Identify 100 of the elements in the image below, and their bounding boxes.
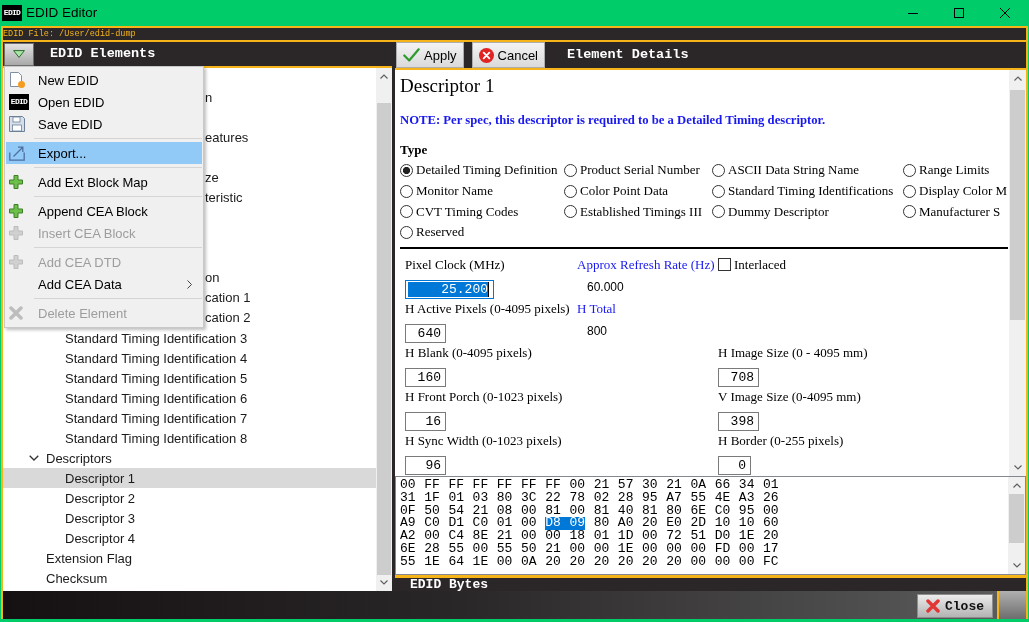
menu-item[interactable]: Append CEA Block	[6, 200, 202, 222]
radio-icon[interactable]	[903, 163, 916, 177]
field-label: H Border (0-255 pixels)	[718, 432, 844, 449]
tree-item[interactable]: teristic	[204, 188, 376, 208]
radio-icon[interactable]	[712, 163, 725, 177]
radio-option[interactable]: Color Point Data	[564, 180, 712, 202]
tree-item[interactable]: cation 1	[204, 288, 376, 308]
input-field[interactable]: 25.200	[405, 279, 494, 299]
radio-option[interactable]: Display Color M	[903, 180, 1009, 202]
scroll-thumb[interactable]	[1010, 90, 1025, 320]
tree-item[interactable]: on	[204, 268, 376, 288]
close-icon	[1000, 8, 1010, 18]
hex-bytes: 55 1E 64 1E 00 0A 20 20 20 20 20 20 00 00 00 FC	[400, 555, 779, 569]
tree-item[interactable]: Descriptor 2	[3, 488, 376, 508]
hex-bytes-field[interactable]	[395, 476, 1026, 575]
apply-button[interactable]: Apply	[396, 42, 464, 68]
radio-option[interactable]: Range Limits	[903, 160, 1009, 181]
scrollbar[interactable]	[1008, 477, 1025, 574]
tree-item[interactable]: n	[204, 88, 376, 108]
caret-icon	[13, 50, 25, 58]
tree-item[interactable]: Standard Timing Identification 5	[3, 368, 376, 388]
close-icon	[926, 599, 940, 613]
tree-item[interactable]: Descriptor 4	[3, 528, 376, 548]
radio-option[interactable]: Dummy Descriptor	[712, 201, 903, 223]
radio-option[interactable]: CVT Timing Codes	[400, 201, 564, 223]
radio-icon[interactable]	[400, 184, 413, 198]
checkbox[interactable]: Interlaced	[718, 256, 786, 273]
scroll-down-icon[interactable]	[1013, 465, 1022, 470]
tree-item[interactable]: Descriptor 3	[3, 508, 376, 528]
panel-title: EDID Bytes	[410, 578, 488, 591]
tree-item[interactable]: Descriptors	[3, 448, 376, 468]
radio-option[interactable]: Standard Timing Identifications	[712, 180, 903, 202]
scrollbar[interactable]	[376, 68, 392, 591]
scroll-up-icon[interactable]	[380, 74, 388, 79]
input-field[interactable]: 160	[405, 367, 446, 387]
tree-item[interactable]: Standard Timing Identification 6	[3, 388, 376, 408]
scroll-up-icon[interactable]	[1012, 483, 1021, 488]
input-field[interactable]: 708	[718, 367, 759, 387]
readout-value: 800	[586, 322, 608, 340]
radio-icon[interactable]	[564, 184, 577, 198]
radio-option[interactable]: Monitor Name	[400, 180, 564, 202]
radio-icon[interactable]	[903, 184, 916, 198]
scroll-down-icon[interactable]	[380, 580, 388, 585]
panel-title: Element Details	[567, 47, 689, 63]
tree-item[interactable]: Standard Timing Identification 8	[3, 428, 376, 448]
radio-option[interactable]: Manufacturer S	[903, 201, 1009, 223]
checkbox-icon[interactable]	[718, 258, 731, 272]
radio-option[interactable]: Detailed Timing Definition	[400, 160, 564, 181]
tree-item[interactable]: Standard Timing Identification 4	[3, 348, 376, 368]
tree-item[interactable]: Descriptor 1	[3, 468, 376, 488]
x-circle-icon	[478, 47, 494, 63]
hex-bytes: 31 1F 01 03 80 3C 22 78 02 28 95 A7 55 4E A3 26	[400, 491, 779, 505]
input-field[interactable]: 16	[405, 411, 446, 431]
menu-item[interactable]: Save EDID	[6, 113, 202, 135]
tree-item[interactable]: Extension Flag	[3, 548, 376, 568]
scroll-thumb[interactable]	[377, 103, 391, 575]
cancel-button[interactable]: Cancel	[471, 42, 545, 68]
menu-item[interactable]: Add CEA Data	[6, 273, 202, 295]
radio-option[interactable]: ASCII Data String Name	[712, 160, 903, 181]
minimize-icon	[908, 12, 918, 14]
radio-option[interactable]: Established Timings III	[564, 201, 712, 223]
export-icon	[9, 145, 25, 161]
scroll-up-icon[interactable]	[1013, 76, 1022, 81]
menu-item[interactable]: New EDID	[6, 69, 202, 91]
radio-icon[interactable]	[400, 205, 413, 219]
hex-bytes: D8 09	[545, 517, 586, 531]
radio-icon[interactable]	[564, 205, 577, 219]
tree-item[interactable]: Checksum	[3, 568, 376, 588]
tree-item[interactable]: ze	[204, 168, 376, 188]
menu-item[interactable]: Add Ext Block Map	[6, 171, 202, 193]
tree-item[interactable]: Standard Timing Identification 3	[3, 328, 376, 348]
dropdown-button[interactable]	[4, 42, 34, 66]
close-button[interactable]: Close	[917, 594, 993, 618]
tree-item[interactable]: Standard Timing Identification 7	[3, 408, 376, 428]
radio-icon[interactable]	[400, 225, 413, 239]
tree-item[interactable]: cation 2	[204, 308, 376, 328]
scrollbar[interactable]	[1009, 70, 1026, 476]
radio-option[interactable]: Product Serial Number	[564, 160, 712, 181]
hex-bytes: 0F 50 54 21 08 00 81 00 81 40 81 80 6E C0 95 00	[400, 504, 779, 518]
radio-icon[interactable]	[564, 163, 577, 177]
radio-icon[interactable]	[712, 205, 725, 219]
field-label: V Image Size (0-4095 mm)	[718, 388, 861, 405]
radio-icon[interactable]	[400, 163, 413, 177]
field-label: H Active Pixels (0-4095 pixels)	[405, 300, 570, 317]
new-document-icon	[9, 72, 25, 88]
plus-icon	[9, 204, 23, 218]
input-field[interactable]: 640	[405, 323, 446, 343]
scroll-thumb[interactable]	[1009, 494, 1024, 543]
radio-icon[interactable]	[712, 184, 725, 198]
menu-item[interactable]: EDID Open EDID	[6, 91, 202, 113]
scroll-down-icon[interactable]	[1012, 563, 1021, 568]
input-field[interactable]: 0	[718, 455, 751, 475]
tree-item[interactable]: eatures	[204, 128, 376, 148]
chevron-down-icon[interactable]	[29, 455, 39, 461]
menu-item[interactable]: Export...	[6, 142, 202, 164]
radio-option[interactable]: Reserved	[400, 222, 564, 243]
radio-icon[interactable]	[903, 205, 916, 219]
input-field[interactable]: 96	[405, 455, 446, 475]
input-field[interactable]: 398	[718, 411, 759, 431]
field-label: H Front Porch (0-1023 pixels)	[405, 388, 563, 405]
